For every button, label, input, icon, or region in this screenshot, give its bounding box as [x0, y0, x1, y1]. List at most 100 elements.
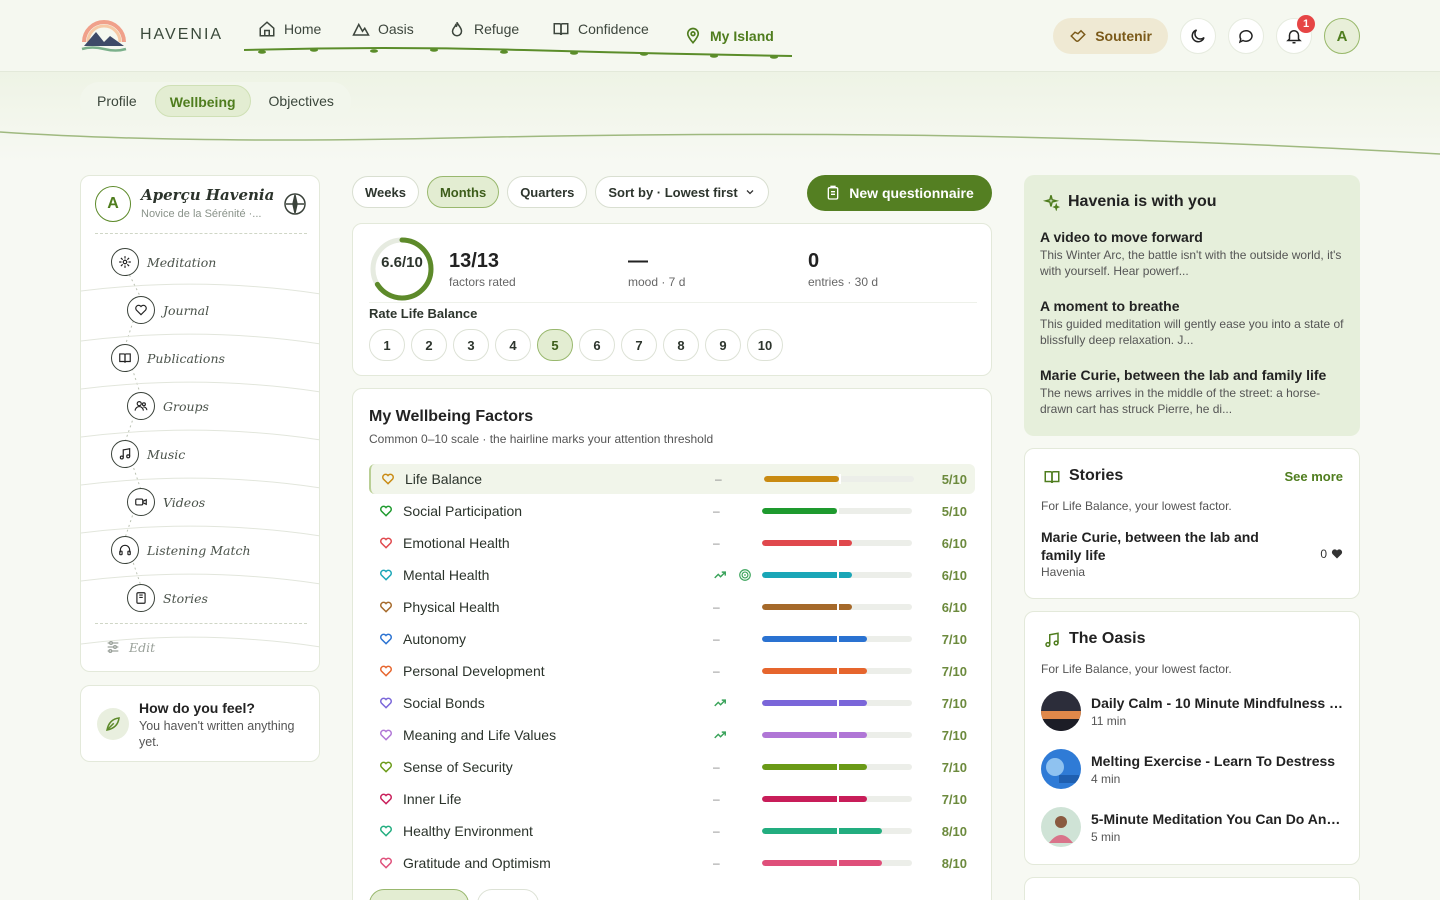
rate-option[interactable]: 3	[453, 329, 489, 361]
threshold-hairline	[837, 538, 839, 548]
factor-score: 7/10	[941, 695, 967, 711]
nav-refuge[interactable]: Refuge	[448, 20, 519, 38]
heart-outline-icon	[380, 665, 392, 677]
threshold-hairline	[837, 794, 839, 804]
support-button[interactable]: Soutenir	[1053, 18, 1168, 54]
threshold-hairline	[837, 698, 839, 708]
sidebar-item-groups[interactable]: Groups	[127, 392, 209, 420]
filter-weeks[interactable]: Weeks	[352, 176, 419, 208]
factor-name: Gratitude and Optimism	[403, 855, 551, 871]
sidebar-item-music[interactable]: Music	[111, 440, 185, 468]
nav-confidence[interactable]: Confidence	[552, 20, 649, 38]
sidebar-avatar[interactable]: A	[95, 186, 131, 222]
compass-icon[interactable]	[283, 192, 307, 216]
nav-oasis[interactable]: Oasis	[352, 20, 414, 38]
rate-option[interactable]: 2	[411, 329, 447, 361]
heart-outline-icon	[380, 793, 392, 805]
rate-option[interactable]: 1	[369, 329, 405, 361]
factor-row[interactable]: Emotional Health – 6/10	[369, 528, 975, 558]
threshold-hairline	[837, 826, 839, 836]
factor-bar-fill	[762, 732, 867, 738]
heart-outline-icon	[380, 633, 392, 645]
rate-option-selected[interactable]: 5	[537, 329, 573, 361]
sidebar-item-videos[interactable]: Videos	[127, 488, 205, 516]
theme-toggle-button[interactable]	[1180, 18, 1216, 54]
filter-months[interactable]: Months	[426, 176, 500, 208]
rate-option[interactable]: 10	[747, 329, 783, 361]
rate-option[interactable]: 7	[621, 329, 657, 361]
factor-row[interactable]: Physical Health – 6/10	[369, 592, 975, 622]
stories-see-more-link[interactable]: See more	[1284, 469, 1343, 484]
sidebar-item-listening-match[interactable]: Listening Match	[111, 536, 251, 564]
factor-row[interactable]: Social Participation – 5/10	[369, 496, 975, 526]
trend-up-icon	[714, 571, 726, 579]
brand-logo[interactable]: HAVENIA	[80, 16, 223, 54]
tab-wellbeing[interactable]: Wellbeing	[154, 85, 251, 117]
rate-option[interactable]: 8	[663, 329, 699, 361]
users-icon	[127, 392, 155, 420]
stories-card: Stories See more For Life Balance, your …	[1024, 448, 1360, 599]
story-title[interactable]: Marie Curie, between the lab and family …	[1041, 528, 1301, 564]
suggestion-item[interactable]: A video to move forward This Winter Arc,…	[1040, 229, 1344, 279]
sidebar-item-publications[interactable]: Publications	[111, 344, 225, 372]
filter-quarters[interactable]: Quarters	[507, 176, 588, 208]
threshold-hairline	[839, 474, 841, 484]
notifications-button[interactable]: 1	[1276, 15, 1315, 54]
sort-dropdown[interactable]: Sort by · Lowest first	[595, 176, 769, 208]
sidebar-edit-button[interactable]: Edit	[105, 639, 155, 655]
sidebar-item-stories[interactable]: Stories	[127, 584, 208, 612]
rate-option[interactable]: 4	[495, 329, 531, 361]
factor-row[interactable]: Social Bonds 7/10	[369, 688, 975, 718]
factor-name: Physical Health	[403, 599, 500, 615]
threshold-hairline	[837, 762, 839, 772]
sidebar-item-label: Videos	[163, 494, 206, 510]
factor-row[interactable]: Personal Development – 7/10	[369, 656, 975, 686]
factor-score: 6/10	[941, 535, 967, 551]
sidebar-item-label: Meditation	[147, 254, 217, 270]
suggestion-item[interactable]: Marie Curie, between the lab and family …	[1040, 367, 1344, 417]
sliders-icon	[107, 641, 119, 653]
header-actions: Soutenir 1 A	[1053, 15, 1360, 54]
factors-title: My Wellbeing Factors	[369, 408, 534, 425]
suggestion-item[interactable]: A moment to breathe This guided meditati…	[1040, 298, 1344, 348]
factor-row[interactable]: Meaning and Life Values 7/10	[369, 720, 975, 750]
stat-rated-value: 13/13	[449, 250, 500, 272]
target-icon	[739, 569, 751, 581]
rate-option[interactable]: 6	[579, 329, 615, 361]
tab-objectives[interactable]: Objectives	[255, 85, 348, 117]
trend-flat-indicator: –	[713, 600, 720, 614]
factor-row[interactable]: Inner Life – 7/10	[369, 784, 975, 814]
new-questionnaire-button[interactable]: New questionnaire	[807, 175, 992, 211]
nav-home[interactable]: Home	[258, 20, 321, 38]
mood-prompt-card[interactable]: How do you feel? You haven't written any…	[80, 685, 320, 762]
heart-outline-icon	[380, 601, 392, 613]
factor-row[interactable]: Life Balance – 5/10	[369, 464, 975, 494]
support-label: Soutenir	[1095, 28, 1152, 44]
factor-row[interactable]: Gratitude and Optimism – 8/10	[369, 848, 975, 878]
factor-row[interactable]: Healthy Environment – 8/10	[369, 816, 975, 846]
stat-rated-label: factors rated	[449, 275, 516, 289]
rate-option[interactable]: 9	[705, 329, 741, 361]
messages-button[interactable]	[1228, 18, 1264, 54]
media-item[interactable]: Daily Calm - 10 Minute Mindfulness Medit…	[1041, 691, 1345, 731]
story-likes[interactable]: 0	[1320, 547, 1343, 561]
stat-mood-label: mood · 7 d	[628, 275, 686, 289]
factor-row[interactable]: Sense of Security – 7/10	[369, 752, 975, 782]
media-item[interactable]: 5-Minute Meditation You Can Do Anywhere …	[1041, 807, 1345, 847]
moon-icon	[1191, 29, 1205, 43]
user-avatar[interactable]: A	[1324, 18, 1360, 54]
factors-footer-button[interactable]	[477, 889, 539, 900]
sidebar-item-journal[interactable]: Journal	[127, 296, 209, 324]
factor-bar-fill	[762, 604, 852, 610]
music-note-icon	[111, 440, 139, 468]
oasis-title: The Oasis	[1069, 630, 1146, 647]
factor-row[interactable]: Mental Health 6/10	[369, 560, 975, 590]
factor-row[interactable]: Autonomy – 7/10	[369, 624, 975, 654]
sidebar-item-label: Journal	[163, 302, 210, 318]
media-item[interactable]: Melting Exercise - Learn To Destress 4 m…	[1041, 749, 1345, 789]
factors-footer-button[interactable]	[369, 889, 469, 900]
nav-vine-decoration	[244, 47, 793, 59]
sidebar-item-meditation[interactable]: Meditation	[111, 248, 216, 276]
trend-up-icon	[714, 731, 726, 739]
tab-profile[interactable]: Profile	[83, 85, 151, 117]
